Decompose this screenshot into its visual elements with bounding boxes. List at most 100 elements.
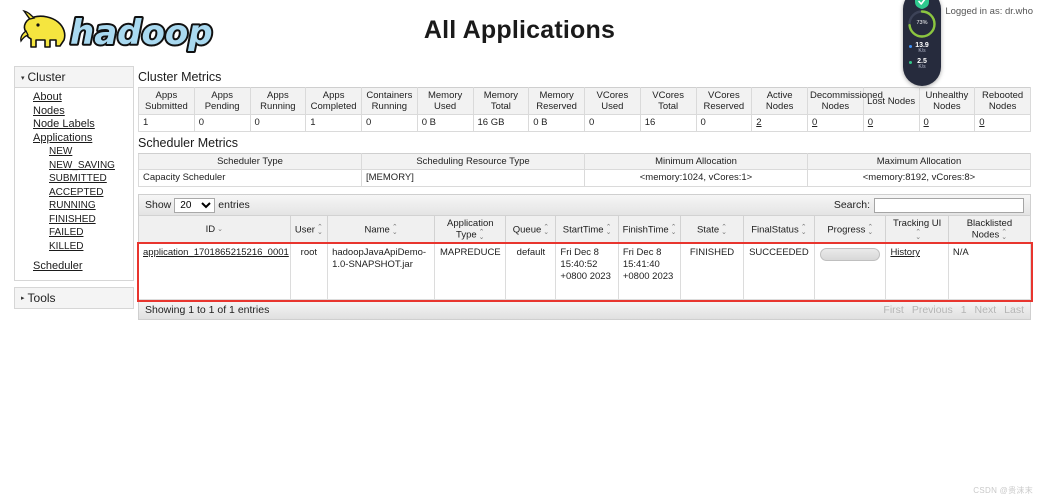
pagination-previous[interactable]: Previous — [912, 304, 953, 316]
datatable-search-control: Search: — [834, 197, 1024, 213]
app-column-header-0[interactable]: ID — [138, 215, 291, 244]
app-column-label-0: ID — [205, 224, 216, 235]
scheduler-metric-value-2: <memory:1024, vCores:1> — [584, 169, 808, 187]
applications-body: application_1701865215216_0001 root hadoop… — [138, 243, 1032, 300]
sidebar-item-nodes[interactable]: Nodes — [15, 105, 133, 119]
network-monitor-widget[interactable]: 73% 13.9 K/s 2.5 K/s — [903, 0, 941, 86]
app-column-label-8: FinalStatus — [751, 224, 799, 236]
search-input[interactable] — [874, 197, 1024, 213]
sidebar-item-finished[interactable]: FINISHED — [15, 213, 133, 227]
app-cell-queue: default — [505, 243, 557, 300]
cluster-metric-value-8: 0 — [584, 114, 641, 132]
app-cell-state: FINISHED — [680, 243, 744, 300]
app-column-header-4[interactable]: Queue — [505, 215, 557, 244]
cluster-metric-header-8: VCores Used — [584, 87, 641, 115]
cluster-metric-value-11[interactable]: 2 — [751, 114, 808, 132]
pagination-page-1[interactable]: 1 — [961, 304, 967, 316]
app-column-label-2: Name — [364, 224, 390, 236]
app-column-header-9[interactable]: Progress — [814, 215, 887, 244]
sidebar-section-cluster: ▾ Cluster About Nodes Node Labels Applica… — [14, 66, 134, 281]
app-column-label-4: Queue — [512, 224, 542, 236]
app-column-header-2[interactable]: Name — [327, 215, 436, 244]
usage-percent-unit: % — [922, 20, 928, 26]
show-label: Show — [145, 199, 172, 211]
pagination-next[interactable]: Next — [975, 304, 997, 316]
app-cell-tracking_ui[interactable]: History — [885, 243, 949, 300]
cluster-metric-link-13[interactable]: 0 — [868, 117, 873, 128]
sidebar: ▾ Cluster About Nodes Node Labels Applica… — [14, 66, 134, 315]
sort-arrow-icon-1 — [317, 224, 323, 236]
sidebar-item-accepted[interactable]: ACCEPTED — [15, 186, 133, 200]
app-column-header-5[interactable]: StartTime — [555, 215, 619, 244]
scheduler-metric-value-0: Capacity Scheduler — [138, 169, 362, 187]
pagination-first[interactable]: First — [883, 304, 903, 316]
scheduler-metric-header-3: Maximum Allocation — [807, 153, 1031, 170]
app-column-header-3[interactable]: Application Type — [434, 215, 507, 244]
cluster-metric-value-13[interactable]: 0 — [862, 114, 920, 132]
app-column-label-6: FinishTime — [622, 224, 669, 236]
cluster-metric-header-2: Apps Running — [249, 87, 307, 115]
sidebar-header-tools-label: Tools — [27, 290, 56, 305]
scheduler-metric-value-1: [MEMORY] — [361, 169, 585, 187]
cluster-metric-link-15[interactable]: 0 — [979, 117, 984, 128]
cluster-metric-value-12[interactable]: 0 — [807, 114, 864, 132]
cluster-metric-value-9: 16 — [639, 114, 697, 132]
shield-icon — [915, 0, 929, 9]
sidebar-item-scheduler[interactable]: Scheduler — [15, 260, 133, 274]
sidebar-item-killed[interactable]: KILLED — [15, 240, 133, 254]
sidebar-item-about[interactable]: About — [15, 91, 133, 105]
cluster-metric-value-1: 0 — [193, 114, 251, 132]
application-id-link[interactable]: application_1701865215216_0001 — [143, 247, 289, 258]
app-column-header-1[interactable]: User — [289, 215, 329, 244]
cluster-metric-link-12[interactable]: 0 — [812, 117, 817, 128]
cluster-metric-value-3: 1 — [305, 114, 362, 132]
app-column-header-7[interactable]: State — [680, 215, 744, 244]
scheduler-metrics-header-row: Scheduler Type Scheduling Resource Type Mi… — [138, 153, 1031, 170]
app-column-header-10[interactable]: Tracking UI — [885, 215, 949, 244]
app-cell-progress — [814, 243, 887, 300]
cluster-metric-link-11[interactable]: 2 — [756, 117, 761, 128]
sort-arrow-icon-8 — [801, 224, 807, 236]
cluster-metric-header-9: VCores Total — [639, 87, 697, 115]
cluster-metric-value-14[interactable]: 0 — [918, 114, 976, 132]
sort-arrow-icon-5 — [606, 224, 612, 236]
app-column-label-9: Progress — [827, 224, 866, 236]
sidebar-header-cluster[interactable]: ▾ Cluster — [15, 67, 133, 88]
cluster-metric-value-15[interactable]: 0 — [974, 114, 1031, 132]
applications-table: ID User Name Application Type Queue StartTime… — [138, 215, 1032, 300]
sidebar-item-failed[interactable]: FAILED — [15, 226, 133, 240]
app-column-label-3: Application Type — [447, 218, 494, 241]
cluster-metric-value-6: 16 GB — [472, 114, 530, 132]
app-column-header-6[interactable]: FinishTime — [617, 215, 682, 244]
app-column-header-8[interactable]: FinalStatus — [742, 215, 816, 244]
cluster-metric-header-7: Memory Reserved — [528, 87, 585, 115]
cluster-metric-value-10: 0 — [695, 114, 753, 132]
pagination-last[interactable]: Last — [1004, 304, 1024, 316]
datatable-pagination: First Previous 1 Next Last — [883, 304, 1024, 316]
cluster-metric-link-14[interactable]: 0 — [924, 117, 929, 128]
sidebar-item-applications[interactable]: Applications — [15, 132, 133, 146]
sidebar-item-new-saving[interactable]: NEW_SAVING — [15, 159, 133, 173]
entries-per-page-select[interactable]: 20406080100 — [174, 197, 216, 213]
entries-label: entries — [218, 199, 250, 211]
main-content: Cluster Metrics Apps Submitted Apps Pendi… — [134, 66, 1039, 320]
app-cell-id[interactable]: application_1701865215216_0001 — [138, 243, 291, 300]
sidebar-item-node-labels[interactable]: Node Labels — [15, 118, 133, 132]
sidebar-item-running[interactable]: RUNNING — [15, 199, 133, 213]
cluster-metrics-header-row: Apps Submitted Apps Pending Apps Running Ap… — [138, 87, 1031, 115]
caret-right-icon: ▸ — [21, 295, 25, 303]
cluster-metric-header-15: Rebooted Nodes — [974, 87, 1031, 115]
cluster-metric-value-2: 0 — [249, 114, 307, 132]
page-title: All Applications — [423, 16, 616, 44]
cluster-metrics-value-row: 100100 B 16 GB 0 B 0 16 0 2 0 0 0 0 — [138, 114, 1031, 132]
cluster-metric-header-12: Decommissioned Nodes — [807, 87, 883, 115]
cluster-metrics-table: Apps Submitted Apps Pending Apps Running Ap… — [138, 87, 1031, 132]
sidebar-item-new[interactable]: NEW — [15, 145, 133, 159]
page-body: ▾ Cluster About Nodes Node Labels Applica… — [0, 66, 1039, 320]
tracking-ui-link[interactable]: History — [890, 247, 920, 258]
app-cell-name: hadoopJavaApiDemo-1.0-SNAPSHOT.jar — [327, 243, 436, 300]
sidebar-header-tools[interactable]: ▸ Tools — [15, 287, 133, 308]
sidebar-item-submitted[interactable]: SUBMITTED — [15, 172, 133, 186]
app-column-header-11[interactable]: Blacklisted Nodes — [947, 215, 1032, 244]
